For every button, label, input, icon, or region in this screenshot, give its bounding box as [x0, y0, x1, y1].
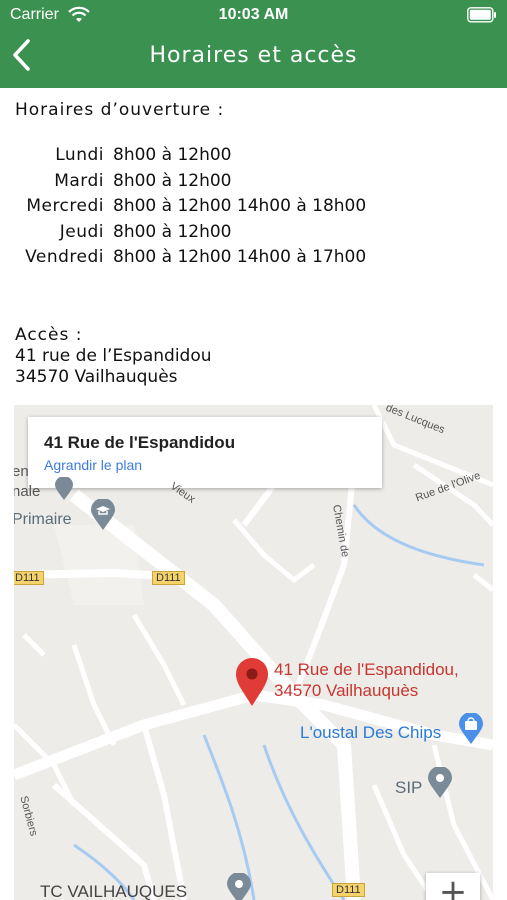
road-badge: D111 — [152, 571, 185, 585]
hours-table: Lundi 8h00 à 12h00 Mardi 8h00 à 12h00 Me… — [15, 143, 495, 271]
road-badge: D111 — [14, 571, 44, 585]
day-label: Jeudi — [59, 221, 104, 242]
pin-label-line1: 41 Rue de l'Espandidou, — [274, 660, 459, 679]
hours-value: 8h00 à 12h00 — [113, 170, 232, 191]
map-info-title: 41 Rue de l'Espandidou — [44, 433, 236, 452]
zoom-in-button[interactable]: + — [426, 873, 480, 900]
day-label: Lundi — [55, 145, 104, 165]
poi-marker-icon[interactable] — [427, 767, 453, 799]
map-partial-label: en — [14, 463, 29, 480]
map-info-card: 41 Rue de l'Espandidou Agrandir le plan — [28, 417, 382, 488]
hours-row: Mardi 8h00 à 12h00 — [15, 169, 495, 195]
poi-tc-label[interactable]: TC VAILHAUQUES — [40, 882, 187, 900]
poi-primaire-label[interactable]: Primaire — [14, 511, 72, 529]
poi-chips-label[interactable]: L'oustal Des Chips — [300, 723, 441, 743]
status-bar: Carrier 10:03 AM — [0, 0, 507, 30]
pin-label-line2: 34570 Vailhauquès — [274, 681, 419, 700]
hours-value: 8h00 à 12h00 14h00 à 18h00 — [113, 196, 367, 216]
poi-sip-label[interactable]: SIP — [395, 778, 422, 798]
hours-row: Mercredi 8h00 à 12h00 14h00 à 18h00 — [15, 194, 495, 220]
shopping-bag-icon[interactable] — [458, 713, 484, 745]
hours-row: Vendredi 8h00 à 12h00 14h00 à 17h00 — [15, 245, 495, 271]
status-time: 10:03 AM — [218, 6, 289, 23]
expand-map-link[interactable]: Agrandir le plan — [44, 457, 142, 473]
page-title: Horaires et accès — [149, 43, 358, 68]
day-label: Mercredi — [26, 196, 104, 216]
map-partial-label: nale — [14, 483, 41, 500]
address-line-1: 41 rue de l’Espandidou — [15, 346, 212, 366]
address-line-2: 34570 Vailhauquès — [15, 367, 178, 387]
poi-marker-icon[interactable] — [226, 873, 252, 900]
hours-value: 8h00 à 12h00 — [113, 145, 232, 165]
battery-icon — [467, 7, 496, 23]
day-label: Vendredi — [25, 247, 104, 267]
nav-header: Carrier 10:03 AM Horaires et accès — [0, 0, 507, 88]
map-view[interactable]: 41 Rue de l'Espandidou Agrandir le plan … — [14, 405, 493, 900]
hours-value: 8h00 à 12h00 — [113, 221, 232, 242]
hours-row: Lundi 8h00 à 12h00 — [15, 143, 495, 169]
poi-marker-icon — [55, 477, 73, 500]
day-label: Mardi — [54, 170, 104, 191]
location-pin-icon[interactable] — [235, 657, 269, 707]
access-title: Accès : — [15, 325, 83, 345]
road-badge: D111 — [332, 883, 365, 897]
hours-value: 8h00 à 12h00 14h00 à 17h00 — [113, 247, 367, 267]
hours-title: Horaires d’ouverture : — [15, 100, 225, 120]
school-icon[interactable] — [90, 499, 116, 531]
hours-row: Jeudi 8h00 à 12h00 — [15, 220, 495, 246]
